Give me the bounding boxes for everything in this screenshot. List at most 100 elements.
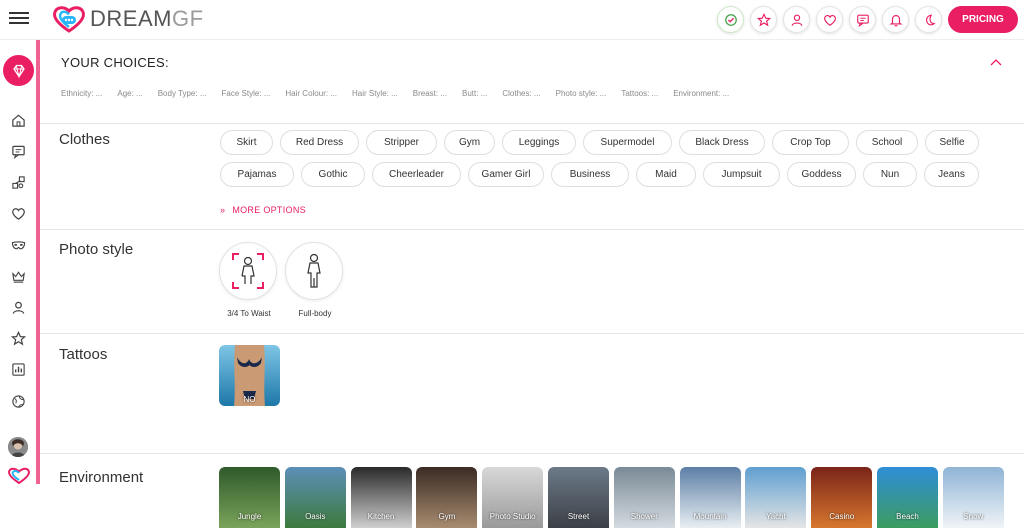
chat-icon[interactable] bbox=[9, 142, 27, 160]
clothes-chip[interactable]: Red Dress bbox=[280, 130, 359, 155]
heart-icon[interactable] bbox=[9, 204, 27, 222]
mask-icon[interactable] bbox=[9, 236, 27, 254]
environment-option[interactable]: Shower bbox=[613, 467, 675, 528]
environment-option[interactable]: Jungle bbox=[219, 467, 280, 528]
verified-badge-icon[interactable] bbox=[717, 6, 744, 33]
choice-summary-item: Environment: ... bbox=[673, 89, 730, 98]
menu-icon[interactable] bbox=[9, 9, 29, 29]
heart-icon[interactable] bbox=[816, 6, 843, 33]
half-body-icon bbox=[219, 242, 277, 300]
clothes-chip[interactable]: School bbox=[856, 130, 918, 155]
choice-summary-item: Clothes: ... bbox=[502, 89, 541, 98]
choice-summary-item: Butt: ... bbox=[462, 89, 488, 98]
full-body-icon bbox=[285, 242, 343, 300]
environment-option-label: Gym bbox=[438, 512, 456, 521]
environment-option[interactable]: Oasis bbox=[284, 467, 346, 528]
photo-style-option-full[interactable]: Full-body bbox=[285, 242, 345, 318]
chevron-up-icon[interactable] bbox=[989, 56, 1003, 68]
environment-option-label: Kitchen bbox=[367, 512, 395, 521]
photo-style-title: Photo style bbox=[59, 241, 134, 258]
environment-option[interactable]: Mountain bbox=[679, 467, 741, 528]
user-icon[interactable] bbox=[783, 6, 810, 33]
environment-option[interactable]: Kitchen bbox=[350, 467, 412, 528]
sidebar bbox=[0, 40, 36, 484]
photo-style-section: Photo style 3/4 To Waist Full-body bbox=[40, 230, 1024, 334]
logo-heart-icon bbox=[53, 6, 85, 33]
share-icon[interactable] bbox=[9, 173, 27, 191]
clothes-chip[interactable]: Leggings bbox=[502, 130, 576, 155]
chart-icon[interactable] bbox=[9, 360, 27, 378]
environment-option-label: Mountain bbox=[693, 512, 727, 521]
clothes-chip[interactable]: Selfie bbox=[925, 130, 979, 155]
environment-option[interactable]: Snow bbox=[942, 467, 1004, 528]
diamond-icon[interactable] bbox=[3, 55, 34, 86]
clothes-row-2: Pajamas Gothic Cheerleader Gamer Girl Busine… bbox=[220, 162, 979, 187]
environment-title: Environment bbox=[59, 469, 144, 486]
environment-option-label: Street bbox=[567, 512, 590, 521]
clothes-chip[interactable]: Skirt bbox=[220, 130, 273, 155]
environment-option[interactable]: Beach bbox=[877, 467, 938, 528]
star-icon[interactable] bbox=[9, 329, 27, 347]
clothes-chip[interactable]: Crop Top bbox=[772, 130, 849, 155]
environment-option-label: Jungle bbox=[237, 512, 262, 521]
choice-summary-item: Breast: ... bbox=[412, 89, 448, 98]
clothes-chip[interactable]: Gym bbox=[444, 130, 495, 155]
environment-option-label: Photo Studio bbox=[489, 512, 536, 521]
environment-option-label: Snow bbox=[963, 512, 984, 521]
clothes-chip[interactable]: Business bbox=[551, 162, 629, 187]
choice-summary-item: Hair Style: ... bbox=[351, 89, 398, 98]
photo-style-label: 3/4 To Waist bbox=[227, 309, 271, 318]
environment-option[interactable]: Street bbox=[548, 467, 609, 528]
environment-option[interactable]: Yacht bbox=[745, 467, 807, 528]
clothes-section: Clothes Skirt Red Dress Stripper Gym Legging… bbox=[40, 124, 1024, 230]
choice-summary-item: Photo style: ... bbox=[555, 89, 607, 98]
more-options-link[interactable]: » MORE OPTIONS bbox=[220, 205, 306, 215]
tattoo-option-label: NO bbox=[243, 395, 256, 404]
logo-text-light: GF bbox=[171, 6, 204, 31]
bell-icon[interactable] bbox=[882, 6, 909, 33]
user-icon[interactable] bbox=[9, 298, 27, 316]
tattoos-title: Tattoos bbox=[59, 346, 108, 363]
clothes-chip[interactable]: Maid bbox=[636, 162, 696, 187]
environment-option[interactable]: Photo Studio bbox=[482, 467, 544, 528]
environment-option[interactable]: Gym bbox=[416, 467, 478, 528]
choices-summary: Ethnicity: ... Age: ... Body Type: ... Face… bbox=[61, 89, 744, 98]
clothes-chip[interactable]: Black Dress bbox=[679, 130, 765, 155]
tattoos-section: Tattoos NO bbox=[40, 334, 1024, 454]
clothes-chip[interactable]: Cheerleader bbox=[372, 162, 461, 187]
clothes-chip[interactable]: Jumpsuit bbox=[703, 162, 780, 187]
avatar[interactable] bbox=[8, 437, 28, 457]
clothes-chip[interactable]: Jeans bbox=[924, 162, 979, 187]
clothes-chip[interactable]: Gamer Girl bbox=[468, 162, 544, 187]
chat-icon[interactable] bbox=[849, 6, 876, 33]
choice-summary-item: Body Type: ... bbox=[157, 89, 207, 98]
environment-option-label: Casino bbox=[829, 512, 855, 521]
choice-summary-item: Face Style: ... bbox=[221, 89, 271, 98]
environment-option[interactable]: Casino bbox=[811, 467, 873, 528]
choice-summary-item: Tattoos: ... bbox=[621, 89, 659, 98]
logo[interactable]: DREAMGF bbox=[52, 5, 204, 33]
header-icons bbox=[717, 6, 942, 33]
clothes-chip[interactable]: Supermodel bbox=[583, 130, 672, 155]
clothes-chip[interactable]: Pajamas bbox=[220, 162, 294, 187]
crown-icon[interactable] bbox=[9, 267, 27, 285]
clothes-chip[interactable]: Gothic bbox=[301, 162, 365, 187]
logo-heart-icon[interactable] bbox=[7, 467, 31, 484]
star-icon[interactable] bbox=[750, 6, 777, 33]
pricing-button[interactable]: PRICING bbox=[948, 6, 1018, 33]
home-icon[interactable] bbox=[9, 111, 27, 129]
clothes-row-1: Skirt Red Dress Stripper Gym Leggings Supermo… bbox=[220, 130, 979, 155]
photo-style-option-waist[interactable]: 3/4 To Waist bbox=[219, 242, 279, 318]
choice-summary-item: Ethnicity: ... bbox=[61, 89, 103, 98]
tattoo-option-no[interactable]: NO bbox=[219, 345, 280, 406]
choice-summary-item: Hair Colour: ... bbox=[285, 89, 337, 98]
top-bar: DREAMGF PRICING bbox=[0, 0, 1024, 40]
clothes-title: Clothes bbox=[59, 131, 110, 148]
clothes-chip[interactable]: Stripper bbox=[366, 130, 437, 155]
environment-option-label: Shower bbox=[630, 512, 658, 521]
more-options-label: MORE OPTIONS bbox=[232, 205, 306, 215]
globe-icon[interactable] bbox=[9, 392, 27, 410]
moon-icon[interactable] bbox=[915, 6, 942, 33]
clothes-chip[interactable]: Goddess bbox=[787, 162, 856, 187]
clothes-chip[interactable]: Nun bbox=[863, 162, 917, 187]
